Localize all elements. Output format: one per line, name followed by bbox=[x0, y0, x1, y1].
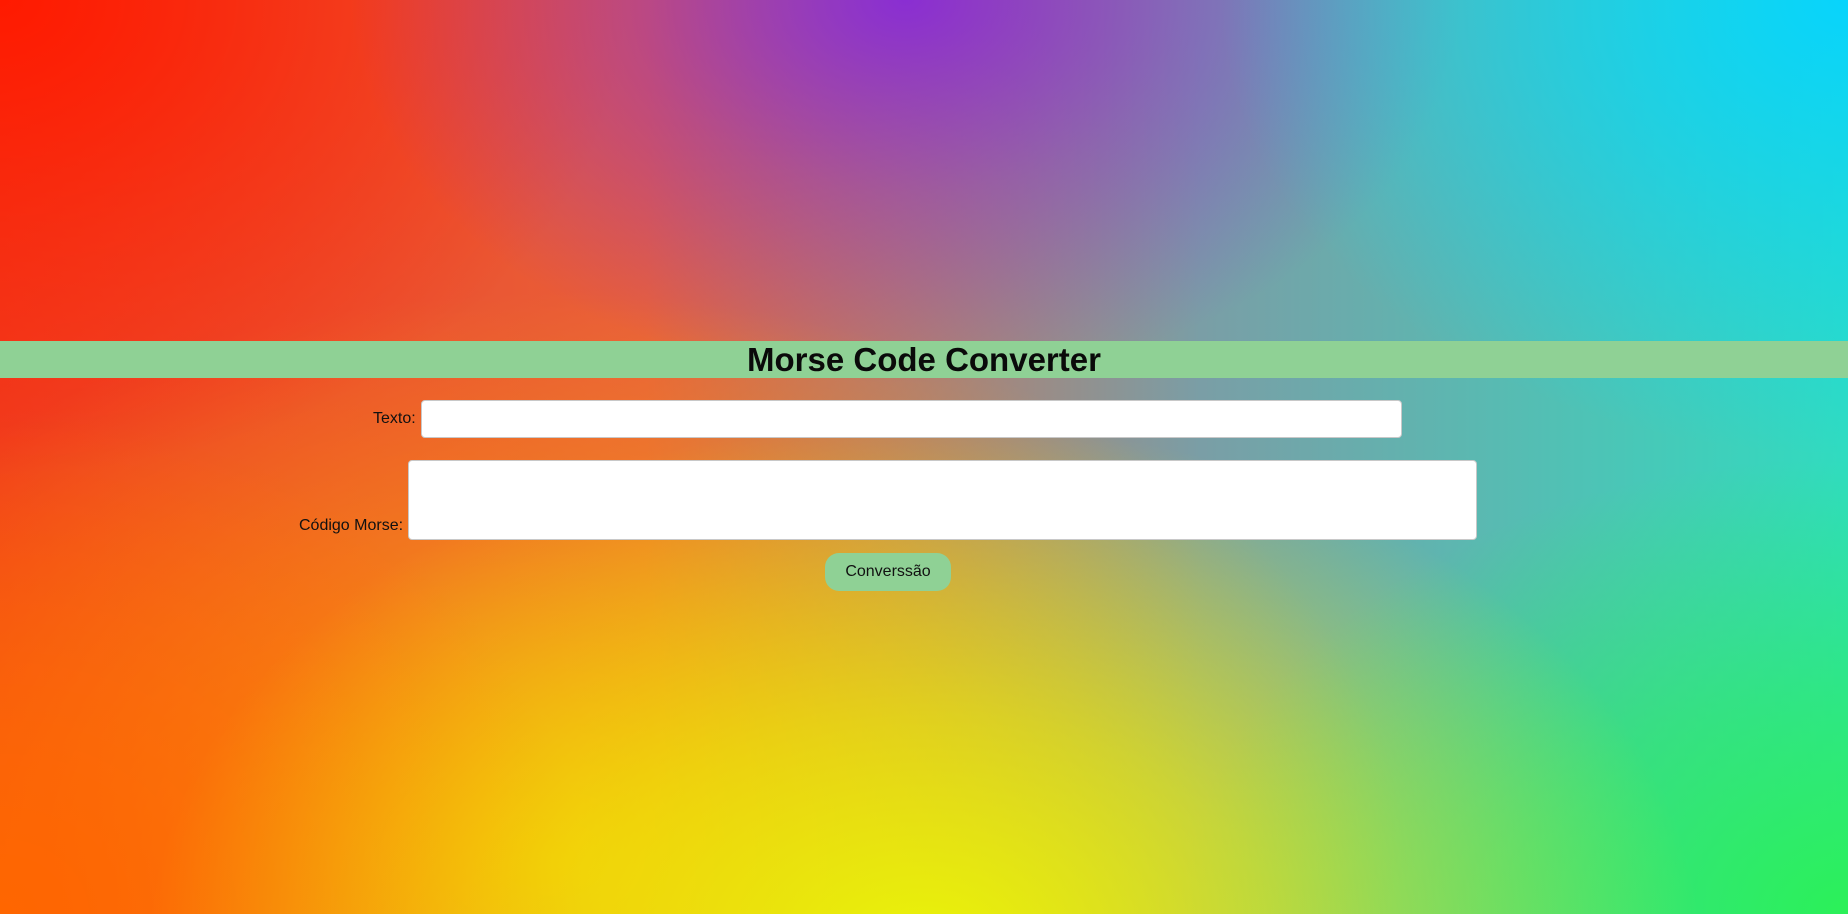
page-title: Morse Code Converter bbox=[747, 341, 1101, 378]
text-input[interactable] bbox=[420, 400, 1402, 438]
header-bar: Morse Code Converter bbox=[0, 341, 1848, 378]
text-row: Texto: bbox=[373, 399, 1402, 439]
morse-output[interactable] bbox=[408, 460, 1478, 540]
text-label: Texto: bbox=[373, 410, 416, 427]
morse-label: Código Morse: bbox=[299, 517, 404, 534]
morse-row: Código Morse: bbox=[299, 459, 1478, 540]
convert-button[interactable]: Converssão bbox=[825, 553, 951, 591]
